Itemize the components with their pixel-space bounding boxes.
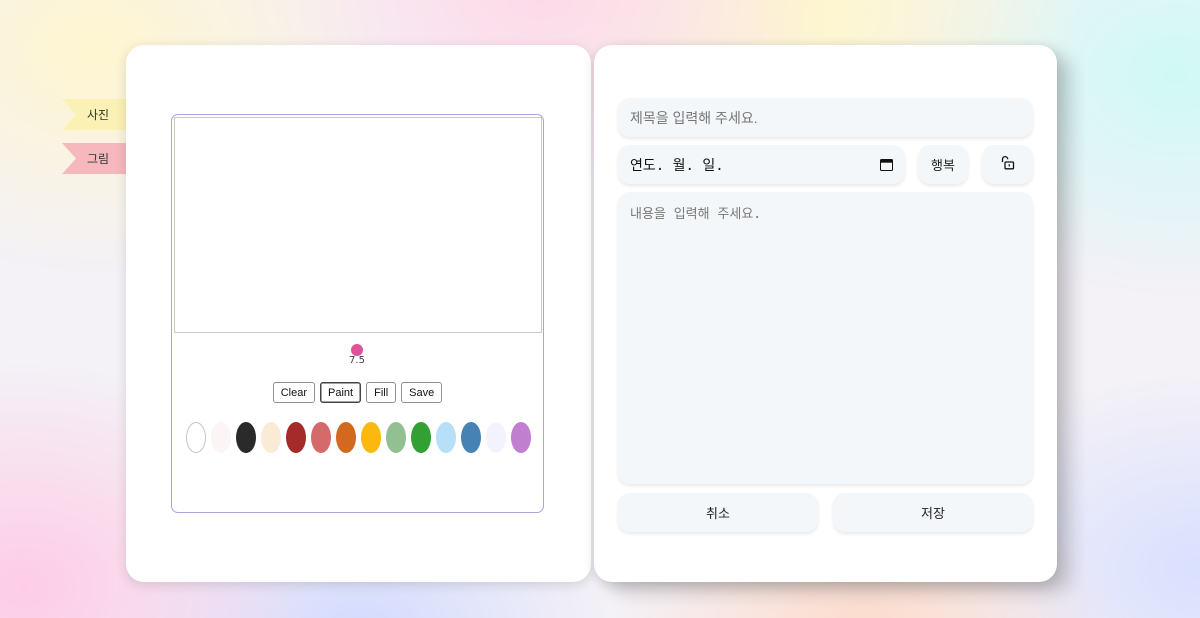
cancel-button[interactable]: 취소 — [618, 493, 818, 532]
tab-drawing-label: 그림 — [86, 152, 110, 166]
save-label: 저장 — [921, 507, 945, 522]
paint-button[interactable]: Paint — [320, 382, 362, 403]
color-palette — [186, 422, 531, 453]
title-input[interactable] — [618, 98, 1033, 137]
privacy-toggle[interactable] — [982, 145, 1033, 184]
drawing-panel: 7.5 Clear Paint Fill Save — [171, 114, 544, 513]
tab-photo[interactable]: 사진 — [62, 99, 126, 130]
color-swatch[interactable] — [486, 422, 506, 453]
drawing-page: 7.5 Clear Paint Fill Save — [126, 45, 591, 582]
calendar-icon[interactable] — [880, 158, 893, 171]
color-swatch[interactable] — [311, 422, 331, 453]
fill-button[interactable]: Fill — [366, 382, 397, 403]
color-swatch[interactable] — [411, 422, 431, 453]
color-swatch[interactable] — [211, 422, 231, 453]
color-swatch[interactable] — [461, 422, 481, 453]
save-drawing-button[interactable]: Save — [401, 382, 443, 403]
clear-button[interactable]: Clear — [272, 382, 316, 403]
color-swatch[interactable] — [336, 422, 356, 453]
cancel-label: 취소 — [706, 507, 730, 522]
color-swatch[interactable] — [261, 422, 281, 453]
emotion-label: 행복 — [931, 159, 955, 174]
color-swatch[interactable] — [436, 422, 456, 453]
content-textarea[interactable] — [618, 192, 1033, 484]
emotion-button[interactable]: 행복 — [918, 145, 968, 184]
color-swatch[interactable] — [511, 422, 531, 453]
tab-drawing[interactable]: 그림 — [62, 143, 126, 174]
color-swatch[interactable] — [236, 422, 256, 453]
date-input[interactable]: 연도. 월. 일. — [618, 145, 905, 184]
drawing-canvas[interactable] — [173, 116, 542, 333]
color-swatch[interactable] — [361, 422, 381, 453]
drawing-toolbar: Clear Paint Fill Save — [172, 382, 543, 403]
save-button[interactable]: 저장 — [833, 493, 1033, 532]
date-placeholder: 연도. 월. 일. — [630, 157, 724, 174]
diary-page: 연도. 월. 일. 행복 취소 저장 — [594, 45, 1057, 582]
color-swatch[interactable] — [186, 422, 206, 453]
brush-size-value: 7.5 — [349, 355, 365, 366]
unlock-icon — [1000, 155, 1015, 174]
color-swatch[interactable] — [286, 422, 306, 453]
tab-photo-label: 사진 — [86, 108, 110, 122]
color-swatch[interactable] — [386, 422, 406, 453]
